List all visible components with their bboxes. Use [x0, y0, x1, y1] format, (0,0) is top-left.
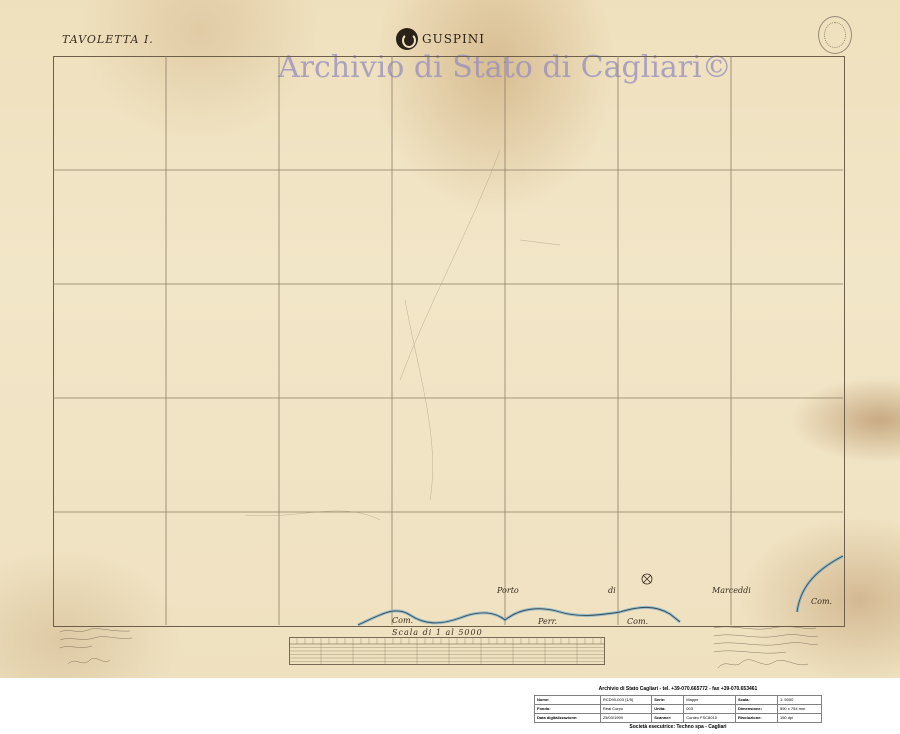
- metadata-key: Data digitalizzazione:: [534, 713, 601, 723]
- map-drawing: [53, 56, 844, 627]
- metadata-key: Scala:: [734, 695, 778, 705]
- metadata-footer: Società esecutrice: Techno spa - Cagliar…: [629, 724, 727, 730]
- metadata-row: Nome: RCD90-003 (1/5) Serie: Mappe Scala: 1: …: [534, 695, 823, 705]
- metadata-value: 150 dpi: [776, 713, 823, 723]
- metadata-row: Data digitalizzazione: 25/03/1999 Scanner:…: [534, 713, 823, 723]
- perr-label: Perr.: [538, 617, 558, 626]
- metadata-header: Archivio di Stato Cagliari - tel. +39-07…: [598, 686, 758, 692]
- metadata-value: Real Corpo: [599, 704, 653, 714]
- metadata-value: 1: 5000: [776, 695, 823, 705]
- metadata-table: Nome: RCD90-003 (1/5) Serie: Mappe Scala: 1: …: [534, 695, 823, 723]
- metadata-value: 003: [683, 704, 736, 714]
- faint-tracks: [244, 149, 561, 521]
- metadata-value: 25/03/1999: [599, 713, 653, 723]
- metadata-value: Mappe: [683, 695, 736, 705]
- metadata-key: Scanner:: [651, 713, 685, 723]
- marceddi-label: Marceddi: [712, 586, 751, 595]
- com-label-center: Com.: [627, 617, 649, 626]
- metadata-value: RCD90-003 (1/5): [599, 695, 653, 705]
- metadata-panel: Archivio di Stato Cagliari - tel. +39-07…: [534, 684, 823, 732]
- coastline: [357, 554, 844, 627]
- metadata-key: Dimensione:: [734, 704, 778, 714]
- metadata-key: Risoluzione:: [734, 713, 778, 723]
- metadata-row: Fondo: Real Corpo Unità: 003 Dimensione: 590 …: [534, 704, 823, 714]
- com-label-left: Com.: [392, 616, 414, 625]
- porto-label: Porto: [497, 586, 519, 595]
- metadata-key: Nome:: [534, 695, 601, 705]
- handwritten-note-right: [713, 626, 819, 669]
- handwritten-note-left: [59, 628, 133, 665]
- com-label-right: Com.: [811, 597, 833, 606]
- scale-bar: [289, 637, 605, 665]
- metadata-value: Contex FSC8010: [683, 713, 736, 723]
- metadata-key: Unità:: [651, 704, 685, 714]
- di-label: di: [608, 586, 616, 595]
- grid-lines: [53, 56, 843, 625]
- metadata-key: Serie:: [651, 695, 685, 705]
- metadata-key: Fondo:: [534, 704, 601, 714]
- map-sheet: TAVOLETTA I. GUSPINI Archivio di Stato d…: [0, 0, 900, 678]
- compass-mark-icon: [641, 573, 653, 585]
- scale-caption: Scala di 1 al 5000: [392, 628, 483, 637]
- metadata-value: 590 x 754 mm: [776, 704, 823, 714]
